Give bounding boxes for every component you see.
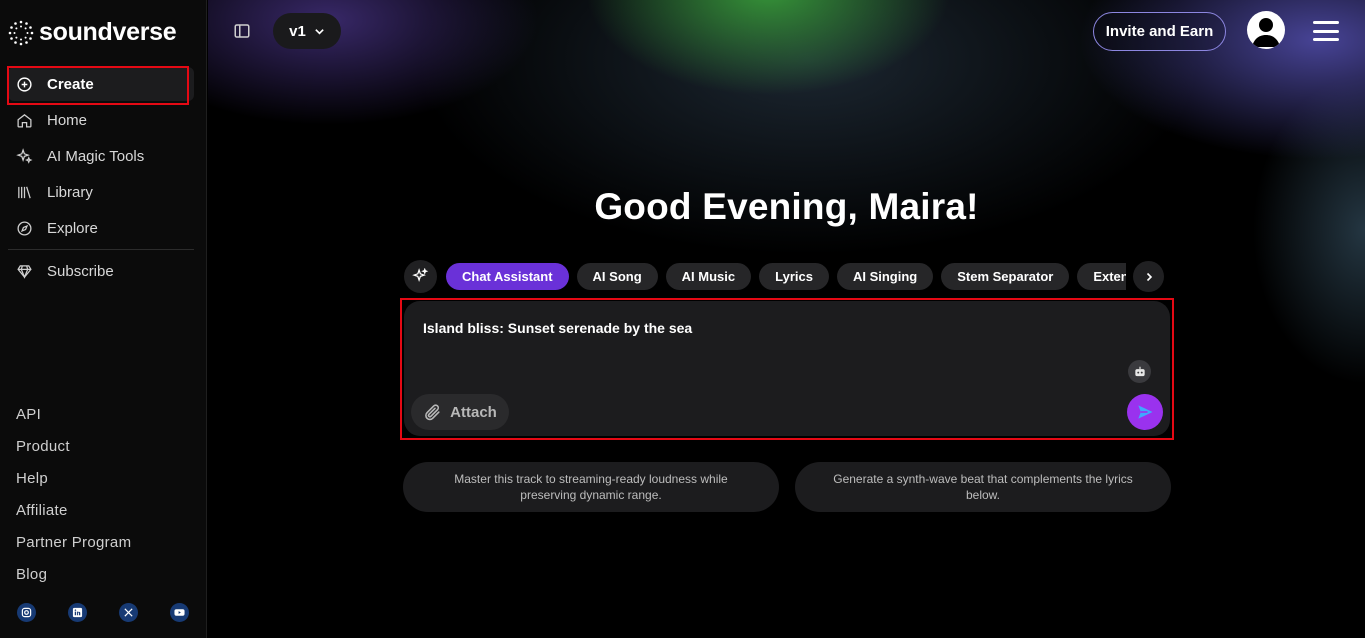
- home-icon: [17, 113, 32, 128]
- sidebar-toggle-icon[interactable]: [233, 22, 251, 40]
- footer-link-partner-program[interactable]: Partner Program: [16, 526, 131, 558]
- sidebar-item-subscribe[interactable]: Subscribe: [8, 254, 194, 288]
- tab-lyrics[interactable]: Lyrics: [759, 263, 829, 290]
- suggestion-chip-mastering[interactable]: Master this track to streaming-ready lou…: [403, 462, 779, 512]
- sidebar-item-label: Explore: [47, 219, 98, 237]
- sidebar-item-label: Library: [47, 183, 93, 201]
- user-icon: [1252, 18, 1280, 47]
- attach-button[interactable]: Attach: [411, 394, 509, 430]
- sidebar-item-ai-magic-tools[interactable]: AI Magic Tools: [8, 139, 194, 173]
- youtube-icon[interactable]: [170, 603, 189, 622]
- footer-links: API Product Help Affiliate Partner Progr…: [16, 398, 131, 590]
- send-icon: [1138, 405, 1153, 419]
- sparkles-icon: [16, 147, 33, 164]
- logo[interactable]: soundverse: [8, 18, 177, 47]
- tab-ai-singing[interactable]: AI Singing: [836, 263, 934, 290]
- menu-bar: [1313, 21, 1339, 24]
- robot-icon: [1134, 366, 1145, 376]
- diamond-icon: [17, 264, 32, 279]
- sidebar-item-library[interactable]: Library: [8, 175, 194, 209]
- footer-link-blog[interactable]: Blog: [16, 558, 131, 590]
- attach-label: Attach: [450, 403, 497, 421]
- assistant-bot-button[interactable]: [1128, 360, 1151, 383]
- main-content: v1 Invite and Earn Good Evening, Maira! …: [208, 0, 1365, 638]
- tab-chat-assistant[interactable]: Chat Assistant: [446, 263, 569, 290]
- sidebar-nav: Create Home AI Magic Tools Library Explo…: [8, 67, 194, 290]
- compass-icon: [17, 220, 32, 236]
- greeting-heading: Good Evening, Maira!: [594, 186, 979, 227]
- suggestion-chip-synth-wave[interactable]: Generate a synth-wave beat that compleme…: [795, 462, 1171, 512]
- tabs-next-button[interactable]: [1133, 261, 1164, 292]
- hamburger-menu-icon[interactable]: [1313, 21, 1339, 41]
- footer-link-affiliate[interactable]: Affiliate: [16, 494, 131, 526]
- tab-ai-music[interactable]: AI Music: [665, 263, 752, 290]
- brand-name: soundverse: [39, 18, 177, 46]
- sidebar: soundverse Create Home AI Magic Tools Li…: [0, 0, 207, 638]
- magic-sparkles-button[interactable]: [404, 260, 437, 293]
- footer-link-api[interactable]: API: [16, 398, 131, 430]
- chevron-right-icon: [1146, 272, 1152, 281]
- tool-tabs: Chat Assistant AI Song AI Music Lyrics A…: [404, 260, 1171, 293]
- sidebar-item-create[interactable]: Create: [8, 67, 194, 101]
- library-icon: [18, 186, 31, 198]
- tab-stem-separator[interactable]: Stem Separator: [941, 263, 1070, 290]
- version-selector[interactable]: v1: [273, 13, 341, 49]
- avatar[interactable]: [1247, 11, 1285, 49]
- prompt-input[interactable]: Island bliss: Sunset serenade by the sea: [423, 320, 692, 336]
- sidebar-item-label: AI Magic Tools: [47, 147, 145, 165]
- footer-link-product[interactable]: Product: [16, 430, 131, 462]
- x-icon[interactable]: [119, 603, 138, 622]
- tabs-list: Chat Assistant AI Song AI Music Lyrics A…: [446, 263, 1126, 290]
- menu-bar: [1313, 29, 1339, 33]
- version-label: v1: [289, 22, 306, 40]
- linkedin-icon[interactable]: [68, 603, 87, 622]
- tab-extend[interactable]: Extend: [1077, 263, 1126, 290]
- paperclip-icon: [425, 403, 440, 420]
- soundverse-logo-icon: [8, 20, 34, 45]
- footer-link-help[interactable]: Help: [16, 462, 131, 494]
- sparkles-icon: [412, 268, 429, 282]
- prompt-box[interactable]: Island bliss: Sunset serenade by the sea…: [404, 301, 1170, 436]
- sidebar-item-label: Home: [47, 111, 88, 129]
- menu-bar: [1313, 38, 1339, 41]
- sidebar-item-explore[interactable]: Explore: [8, 211, 194, 245]
- instagram-icon[interactable]: [17, 603, 36, 622]
- sidebar-item-home[interactable]: Home: [8, 103, 194, 137]
- send-button[interactable]: [1127, 394, 1163, 430]
- sidebar-item-label: Subscribe: [47, 262, 114, 280]
- plus-circle-icon: [17, 76, 32, 92]
- chevron-down-icon: [315, 28, 324, 35]
- nav-divider: [8, 249, 194, 250]
- social-links: [17, 603, 189, 622]
- tab-ai-song[interactable]: AI Song: [576, 263, 658, 290]
- sidebar-item-label: Create: [47, 75, 94, 93]
- invite-and-earn-button[interactable]: Invite and Earn: [1093, 12, 1226, 51]
